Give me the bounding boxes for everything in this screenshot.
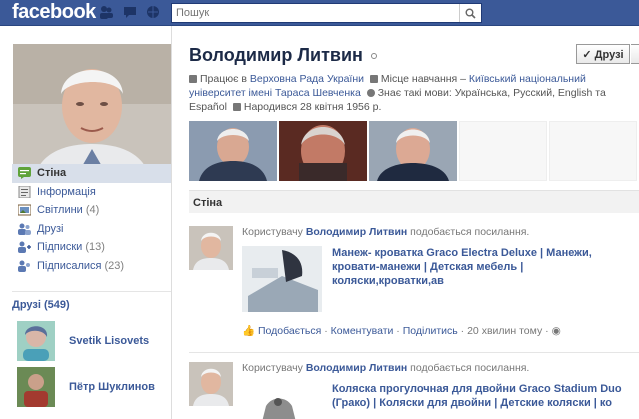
nav-item-wall[interactable]: Стіна: [12, 164, 171, 183]
friend-item[interactable]: Пётр Шуклинов: [17, 366, 167, 408]
friend-name[interactable]: Пётр Шуклинов: [69, 381, 155, 393]
friend-name[interactable]: Svetik Lisovets: [69, 335, 149, 347]
like-button[interactable]: Подобається: [258, 325, 321, 337]
nav-label: Друзі: [37, 222, 64, 235]
photo-thumbnail[interactable]: [369, 121, 457, 181]
friends-dropdown-button[interactable]: [631, 44, 639, 64]
friend-avatar[interactable]: [17, 321, 55, 361]
messages-icon[interactable]: [123, 5, 137, 19]
nav-item-subscribers[interactable]: Підписалися (23): [12, 257, 171, 276]
work-link[interactable]: Верховна Рада України: [250, 73, 364, 85]
friend-item[interactable]: Svetik Lisovets: [17, 320, 167, 362]
nav-item-subscriptions[interactable]: Підписки (13): [12, 238, 171, 257]
photo-thumbnail[interactable]: [279, 121, 367, 181]
search-box: [171, 3, 482, 23]
comment-button[interactable]: Коментувати: [331, 325, 394, 337]
link-thumbnail[interactable]: [242, 246, 322, 312]
work-label: Працює в: [200, 73, 247, 85]
friends-button[interactable]: ✓ Друзі: [576, 44, 630, 64]
nav-label: Світлини: [37, 204, 83, 217]
post-author-avatar[interactable]: [189, 362, 233, 406]
birthday-text: Народився 28 квітня 1956 р.: [243, 101, 382, 113]
photo-placeholder: [459, 121, 547, 181]
study-label: Місце навчання –: [380, 73, 466, 85]
nav-count: (13): [85, 241, 105, 254]
like-icon: 👍: [242, 325, 256, 337]
nav-label: Підписалися: [37, 259, 102, 272]
post-header: Користувачу Володимир Литвин подобається…: [242, 362, 529, 374]
info-icon: [18, 185, 31, 198]
work-icon: [189, 75, 197, 83]
post-divider: [189, 352, 639, 353]
calendar-icon: [232, 103, 241, 111]
nav-label: Інформація: [37, 185, 96, 198]
post-suffix: подобається посилання.: [410, 362, 530, 374]
friend-avatar[interactable]: [17, 367, 55, 407]
photos-icon: [18, 204, 31, 216]
friend-requests-icon[interactable]: [99, 5, 113, 19]
search-input[interactable]: [172, 4, 457, 22]
post-author-link[interactable]: Володимир Литвин: [306, 226, 407, 238]
photo-placeholder: [549, 121, 637, 181]
link-title[interactable]: Коляска прогулочная для двойни Graco Sta…: [332, 382, 632, 410]
profile-name-text: Володимир Литвин: [189, 45, 363, 65]
search-button[interactable]: [459, 4, 481, 22]
top-bar: facebook: [0, 0, 639, 26]
globe-icon: [366, 89, 375, 97]
link-thumbnail[interactable]: [242, 382, 322, 419]
notifications-icon[interactable]: [146, 5, 160, 19]
friends-header[interactable]: Друзі (549): [12, 291, 171, 311]
link-title[interactable]: Манеж- кроватка Graco Electra Deluxe | М…: [332, 246, 632, 288]
languages-label: Знає такі мови:: [377, 87, 452, 99]
nav-count: (23): [104, 259, 125, 272]
left-column: Стіна Інформація Світлини (4) Друзі Підп…: [0, 26, 172, 419]
subscribers-icon: [18, 260, 31, 272]
post-header: Користувачу Володимир Литвин подобається…: [242, 226, 529, 238]
facebook-logo[interactable]: facebook: [12, 1, 96, 24]
profile-picture[interactable]: [13, 44, 171, 182]
wall-post: Користувачу Володимир Литвин подобається…: [189, 226, 639, 346]
post-timestamp[interactable]: 20 хвилин тому: [467, 325, 542, 337]
friends-icon: [18, 223, 31, 235]
subscriptions-icon: [18, 241, 31, 254]
nav-count: (4): [85, 204, 100, 217]
post-prefix: Користувачу: [242, 226, 303, 238]
status-dot-icon: [370, 53, 377, 60]
wall-header: Стіна: [189, 190, 639, 213]
nav-item-info[interactable]: Інформація: [12, 183, 171, 202]
post-author-link[interactable]: Володимир Литвин: [306, 362, 407, 374]
profile-nav: Стіна Інформація Світлини (4) Друзі Підп…: [12, 164, 171, 275]
wall-post: Користувачу Володимир Литвин подобається…: [189, 362, 639, 419]
globe-icon: ◉: [551, 325, 561, 337]
education-icon: [369, 75, 378, 83]
post-prefix: Користувачу: [242, 362, 303, 374]
nav-label: Стіна: [37, 167, 67, 180]
wall-icon: [18, 167, 31, 180]
profile-name: Володимир Литвин: [189, 45, 377, 66]
post-author-avatar[interactable]: [189, 226, 233, 270]
main-content: Володимир Литвин ✓ Друзі Працює в Верхов…: [173, 26, 639, 419]
nav-item-friends[interactable]: Друзі: [12, 220, 171, 239]
post-actions: 👍 Подобається · Коментувати · Поділитись…: [242, 325, 561, 337]
photo-thumbnail[interactable]: [189, 121, 277, 181]
photo-strip: [189, 121, 639, 181]
share-button[interactable]: Поділитись: [403, 325, 458, 337]
profile-info: Працює в Верховна Рада України Місце нав…: [189, 72, 629, 114]
post-suffix: подобається посилання.: [410, 226, 530, 238]
nav-label: Підписки: [37, 241, 83, 254]
nav-item-photos[interactable]: Світлини (4): [12, 201, 171, 220]
search-icon: [465, 8, 476, 19]
